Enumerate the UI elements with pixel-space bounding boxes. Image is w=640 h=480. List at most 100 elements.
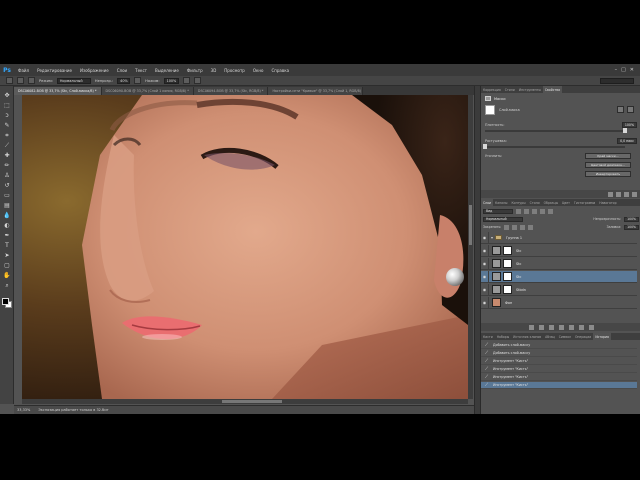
minimize-icon[interactable]: – xyxy=(615,67,618,73)
feather-slider-knob[interactable] xyxy=(483,144,487,149)
menu-item[interactable]: Текст xyxy=(131,68,151,73)
panel-tab[interactable]: Кисти xyxy=(481,333,495,340)
path-select-icon[interactable]: ➤ xyxy=(3,252,11,259)
apply-mask-icon[interactable] xyxy=(616,191,621,197)
brush-tool-icon[interactable] xyxy=(6,77,13,84)
blur-tool-icon[interactable]: 💧 xyxy=(3,212,11,219)
menu-item[interactable]: Изображение xyxy=(76,68,113,73)
flow-field[interactable]: 100% xyxy=(163,77,179,84)
menu-item[interactable]: Справка xyxy=(267,68,293,73)
eye-icon[interactable]: ◉ xyxy=(481,257,489,270)
opacity-field[interactable]: 40% xyxy=(117,77,131,84)
eyedropper-icon[interactable]: ⟋ xyxy=(3,142,11,149)
zoom-tool-icon[interactable]: ⌕ xyxy=(3,282,11,289)
filter-shape-icon[interactable] xyxy=(540,208,545,214)
menu-item[interactable]: Просмотр xyxy=(220,68,249,73)
layer-row[interactable]: ◉ Stbdn xyxy=(481,283,637,296)
panel-tab[interactable]: Стили xyxy=(528,199,542,206)
density-slider-knob[interactable] xyxy=(623,128,627,133)
document-tab[interactable]: DSC06094-ВОВ @ 33,7% (Stc, RGB/8) * xyxy=(193,87,269,95)
lock-all-icon[interactable] xyxy=(528,224,534,230)
menu-item[interactable]: Файл xyxy=(14,68,33,73)
layer-opacity-field[interactable]: 100% xyxy=(624,216,639,222)
feather-slider[interactable] xyxy=(483,144,625,149)
expand-arrow-icon[interactable]: ▾ xyxy=(491,235,493,240)
mode-select[interactable]: Нормальный xyxy=(56,77,91,84)
foreground-color-swatch[interactable] xyxy=(2,298,9,305)
history-step[interactable]: ⟋ Инструмент "Кисть" xyxy=(481,382,637,389)
workspace-select[interactable] xyxy=(600,78,634,84)
filter-smart-icon[interactable] xyxy=(548,208,553,214)
hand-tool-icon[interactable]: ✋ xyxy=(3,272,11,279)
panel-tab[interactable]: Операции xyxy=(573,333,593,340)
filter-adjustment-icon[interactable] xyxy=(524,208,529,214)
eye-icon[interactable]: ◉ xyxy=(481,296,489,309)
panel-tab[interactable]: Коррекция xyxy=(481,86,503,93)
panel-tab[interactable]: Символ xyxy=(557,333,573,340)
layer-mask-thumbnail[interactable] xyxy=(503,272,512,281)
history-step[interactable]: ⟋ Инструмент "Кисть" xyxy=(481,366,637,373)
lock-image-icon[interactable] xyxy=(512,224,518,230)
document-canvas[interactable] xyxy=(22,95,468,399)
new-layer-icon[interactable] xyxy=(578,324,584,330)
menu-item[interactable]: 3D xyxy=(207,68,221,73)
crop-tool-icon[interactable]: ⌗ xyxy=(3,132,11,139)
brush-panel-icon[interactable] xyxy=(28,77,35,84)
eye-icon[interactable]: ◉ xyxy=(481,231,489,244)
delete-mask-icon[interactable] xyxy=(632,191,637,197)
document-tab[interactable]: DSC06090-ВОВ @ 33,7% (Слой 1 копия, RGB/… xyxy=(101,87,194,95)
history-step[interactable]: ⟋ Добавить слой-маску xyxy=(481,342,637,349)
pressure-size-icon[interactable] xyxy=(193,77,201,84)
menu-item[interactable]: Слои xyxy=(113,68,131,73)
vector-mask-button[interactable] xyxy=(627,106,634,113)
pen-tool-icon[interactable]: ✒ xyxy=(3,232,11,239)
fill-field[interactable]: 100% xyxy=(624,224,639,230)
panel-tab[interactable]: Инструменты xyxy=(517,86,543,93)
link-layers-icon[interactable] xyxy=(528,324,534,330)
layer-row[interactable]: ◉ Stc xyxy=(481,244,637,257)
toggle-mask-icon[interactable] xyxy=(624,191,629,197)
pressure-opacity-icon[interactable] xyxy=(134,77,142,84)
layer-mask-thumbnail[interactable] xyxy=(503,259,512,268)
load-selection-icon[interactable] xyxy=(608,191,613,197)
lock-position-icon[interactable] xyxy=(520,224,526,230)
document-tab[interactable]: Настройки-сети "Кривые" @ 33,7% (Слой 1,… xyxy=(268,87,364,95)
gradient-tool-icon[interactable]: ▤ xyxy=(3,202,11,209)
invert-button[interactable]: Инвертировать xyxy=(585,171,631,177)
layer-row[interactable]: ◉ Stc xyxy=(481,270,637,283)
eye-icon[interactable]: ◉ xyxy=(481,244,489,257)
zoom-level[interactable]: 33,33% xyxy=(17,408,30,412)
airbrush-icon[interactable] xyxy=(182,77,190,84)
quick-select-icon[interactable]: ✎ xyxy=(3,122,11,129)
new-adjustment-icon[interactable] xyxy=(558,324,564,330)
panel-tab[interactable]: История xyxy=(593,333,611,340)
document-tab[interactable]: DSC06082-ВОВ @ 33,7% (Stc, Слой-маска/8)… xyxy=(14,87,102,95)
layer-row[interactable]: ◉ Stc xyxy=(481,257,637,270)
vscroll-thumb[interactable] xyxy=(469,205,472,245)
lock-transparent-icon[interactable] xyxy=(504,224,510,230)
history-step[interactable]: ⟋ Инструмент "Кисть" xyxy=(481,374,637,381)
filter-type-icon[interactable] xyxy=(532,208,537,214)
color-range-button[interactable]: Цветовой диапазон... xyxy=(585,162,631,168)
layer-style-icon[interactable] xyxy=(538,324,544,330)
clone-stamp-icon[interactable]: ♙ xyxy=(3,172,11,179)
panel-tab[interactable]: Наборы xyxy=(495,333,511,340)
history-step[interactable]: ⟋ Инструмент "Кисть" xyxy=(481,358,637,365)
panel-tab[interactable]: Навигатор xyxy=(597,199,618,206)
layer-row[interactable]: ◉ ▾ Группа 1 xyxy=(481,231,637,244)
pixel-mask-button[interactable] xyxy=(617,106,624,113)
layer-mask-thumbnail[interactable] xyxy=(503,246,512,255)
history-step[interactable]: ⟋ Добавить слой-маску xyxy=(481,350,637,357)
panel-tab[interactable]: Свойства xyxy=(542,86,562,93)
healing-brush-icon[interactable]: ✚ xyxy=(3,152,11,159)
menu-item[interactable]: Окно xyxy=(249,68,268,73)
type-tool-icon[interactable]: T xyxy=(3,242,11,249)
eye-icon[interactable]: ◉ xyxy=(481,283,489,296)
eye-icon[interactable]: ◉ xyxy=(481,270,489,283)
menu-item[interactable]: Выделение xyxy=(151,68,183,73)
panel-tab[interactable]: Гистограмма xyxy=(572,199,597,206)
menu-item[interactable]: Фильтр xyxy=(183,68,207,73)
panel-tab[interactable]: Стили xyxy=(503,86,517,93)
panel-tab[interactable]: Источник клонов xyxy=(511,333,543,340)
brush-preset-icon[interactable] xyxy=(17,77,24,84)
